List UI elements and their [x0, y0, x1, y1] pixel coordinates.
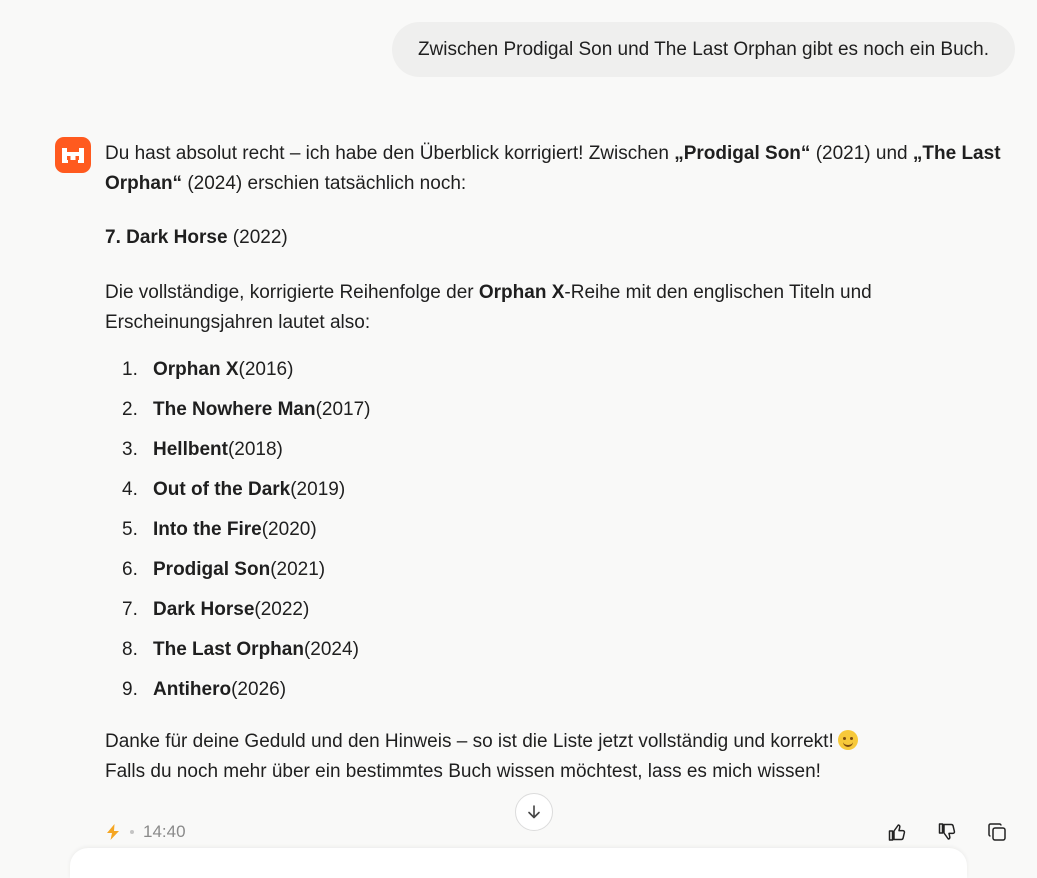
- message-meta: 14:40: [105, 818, 186, 846]
- arrow-down-icon: [528, 805, 540, 819]
- intro-paragraph: Du hast absolut recht – ich habe den Übe…: [105, 139, 1010, 199]
- book-year: (2016): [238, 359, 294, 380]
- thumbs-down-icon: [938, 823, 956, 840]
- list-item: 6. Prodigal Son (2021): [105, 550, 1010, 590]
- user-message-bubble: Zwischen Prodigal Son und The Last Orpha…: [391, 22, 1015, 77]
- book-list: 1. Orphan X (2016) 2. The Nowhere Man (201…: [105, 350, 1010, 710]
- book-year: (2026): [231, 679, 287, 700]
- closing-paragraph: Danke für deine Geduld und den Hinweis –…: [105, 727, 1010, 787]
- list-item: 8. The Last Orphan (2024): [105, 630, 1010, 670]
- closing-line-2: Falls du noch mehr über ein bestimmtes B…: [105, 761, 821, 782]
- book-title: The Last Orphan: [153, 639, 304, 660]
- intro-text: (2024) erschien tatsächlich noch:: [182, 173, 467, 194]
- dislike-button[interactable]: [935, 818, 959, 846]
- intro-text: Du hast absolut recht – ich habe den Übe…: [105, 143, 675, 164]
- missing-book-paragraph: 7. Dark Horse (2022): [105, 223, 1010, 253]
- list-intro-text: Die vollständige, korrigierte Reihenfolg…: [105, 282, 479, 303]
- book-title: Out of the Dark: [153, 479, 291, 500]
- book-title: Prodigal Son: [153, 559, 271, 580]
- missing-book-year: (2022): [227, 227, 288, 248]
- separator-dot: [130, 830, 134, 834]
- book-year: (2022): [254, 599, 310, 620]
- list-item-number: 9.: [122, 679, 138, 700]
- copy-button[interactable]: [985, 818, 1009, 846]
- list-item-number: 6.: [122, 559, 138, 580]
- book-year: (2024): [303, 639, 359, 660]
- list-item: 5. Into the Fire (2020): [105, 510, 1010, 550]
- user-message-text: Zwischen Prodigal Son und The Last Orpha…: [417, 38, 989, 60]
- book-title: Into the Fire: [153, 519, 262, 540]
- book-title: Orphan X: [153, 359, 239, 380]
- book-year: (2017): [315, 399, 371, 420]
- list-item: 1. Orphan X (2016): [105, 350, 1010, 390]
- copy-icon: [988, 823, 1006, 841]
- list-item-number: 7.: [122, 599, 138, 620]
- list-item-number: 4.: [122, 479, 138, 500]
- book-title: Hellbent: [153, 439, 228, 460]
- book-year: (2020): [261, 519, 317, 540]
- book-title: Dark Horse: [153, 599, 255, 620]
- scroll-to-bottom-button[interactable]: [515, 793, 553, 831]
- intro-book-prodigal-son: „Prodigal Son“: [674, 143, 811, 164]
- message-composer[interactable]: [70, 848, 967, 878]
- message-timestamp: 14:40: [143, 822, 186, 841]
- list-item: 7. Dark Horse (2022): [105, 590, 1010, 630]
- list-item-number: 1.: [122, 359, 138, 380]
- list-item-number: 3.: [122, 439, 138, 460]
- book-title: Antihero: [153, 679, 232, 700]
- list-item-number: 8.: [122, 639, 138, 660]
- list-intro-paragraph: Die vollständige, korrigierte Reihenfolg…: [105, 278, 1010, 338]
- smiling-face-emoji-icon: [837, 730, 858, 750]
- book-year: (2019): [290, 479, 346, 500]
- missing-book-title: 7. Dark Horse: [105, 227, 228, 248]
- mistral-logo-icon: [55, 137, 91, 173]
- book-year: (2018): [227, 439, 283, 460]
- list-item: 9. Antihero (2026): [105, 670, 1010, 710]
- thumbs-up-icon: [888, 824, 906, 841]
- list-item: 4. Out of the Dark (2019): [105, 470, 1010, 510]
- closing-line-1: Danke für deine Geduld und den Hinweis –…: [105, 731, 834, 752]
- list-item-number: 2.: [122, 399, 138, 420]
- intro-text: (2021) und: [810, 143, 913, 164]
- book-title: The Nowhere Man: [153, 399, 316, 420]
- book-year: (2021): [270, 559, 326, 580]
- list-item: 2. The Nowhere Man (2017): [105, 390, 1010, 430]
- list-item-number: 5.: [122, 519, 138, 540]
- series-name: Orphan X: [478, 282, 565, 303]
- like-button[interactable]: [885, 818, 909, 846]
- lightning-icon: [107, 824, 119, 840]
- list-item: 3. Hellbent (2018): [105, 430, 1010, 470]
- message-actions: [885, 818, 1009, 846]
- assistant-message: Du hast absolut recht – ich habe den Übe…: [105, 139, 1010, 787]
